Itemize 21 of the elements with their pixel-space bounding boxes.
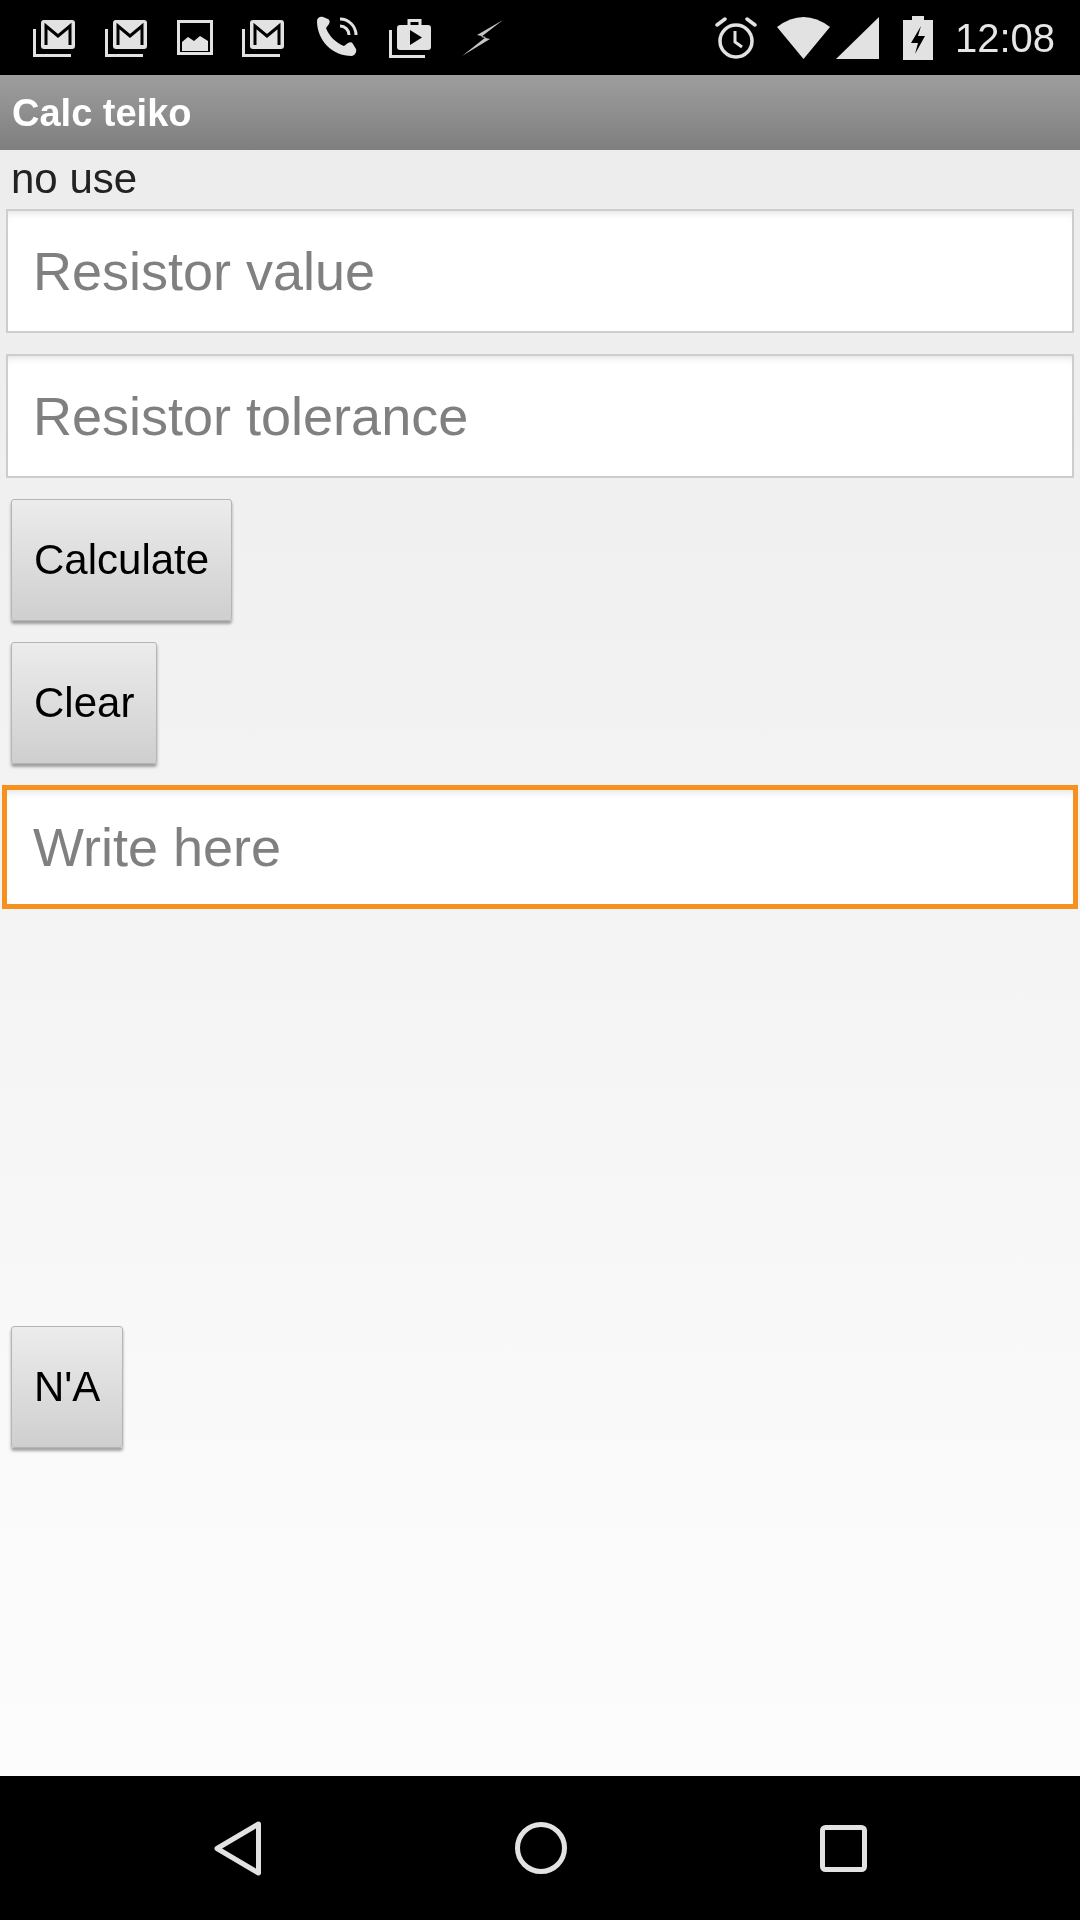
mail-stack-icon bbox=[242, 18, 285, 57]
mail-stack-icon bbox=[105, 18, 148, 57]
app-title: Calc teiko bbox=[12, 93, 192, 132]
battery-charging-icon bbox=[902, 15, 933, 60]
info-text: no use bbox=[11, 154, 138, 204]
button[interactable]: Clear bbox=[11, 642, 158, 764]
clock-time: 12:08 bbox=[954, 17, 1055, 58]
mail-stack-icon bbox=[33, 18, 76, 57]
input-field[interactable]: Write here bbox=[2, 785, 1078, 909]
back-icon[interactable] bbox=[213, 1820, 262, 1876]
home-icon[interactable] bbox=[514, 1822, 567, 1874]
image-icon bbox=[177, 20, 213, 55]
input-field[interactable]: Resistor tolerance bbox=[6, 354, 1074, 478]
button[interactable]: Calculate bbox=[11, 499, 233, 621]
button[interactable]: N'A bbox=[11, 1326, 124, 1448]
recent-apps-icon[interactable] bbox=[819, 1824, 867, 1872]
wifi-icon bbox=[776, 16, 830, 59]
input-field[interactable]: Resistor value bbox=[6, 209, 1074, 333]
alarm-clock-icon bbox=[714, 16, 757, 59]
shopping-bag-play-stack-icon bbox=[389, 17, 432, 58]
cell-signal-icon bbox=[835, 16, 879, 59]
